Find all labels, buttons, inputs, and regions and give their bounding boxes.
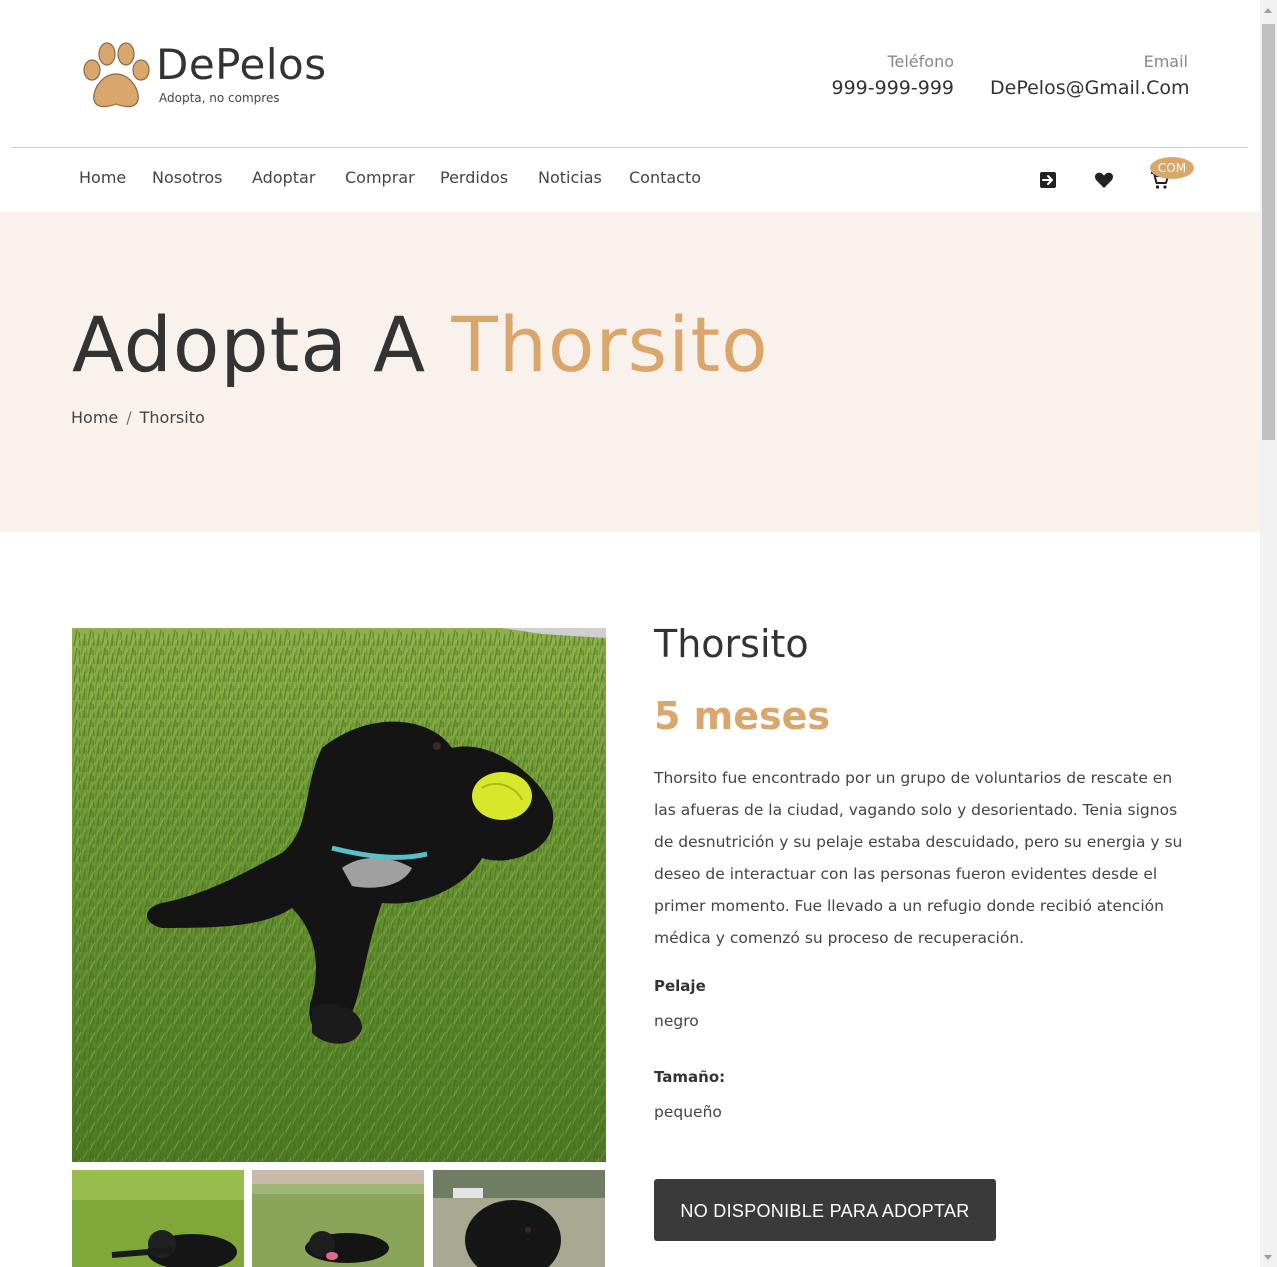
phone-label: Teléfono xyxy=(887,52,954,71)
nav-item-comprar[interactable]: Comprar xyxy=(345,168,415,187)
breadcrumb: Home / Thorsito xyxy=(71,408,205,427)
site-header: DePelos Adopta, no compres Teléfono 999-… xyxy=(0,0,1260,147)
breadcrumb-home[interactable]: Home xyxy=(71,408,118,427)
pet-main-photo[interactable] xyxy=(72,628,606,1162)
breadcrumb-separator: / xyxy=(126,408,132,427)
scroll-up-arrow-icon[interactable] xyxy=(1264,8,1272,13)
paw-logo-icon xyxy=(83,42,150,108)
scrollbar-thumb[interactable] xyxy=(1262,24,1275,440)
nav-item-noticias[interactable]: Noticias xyxy=(538,168,602,187)
phone-value[interactable]: 999-999-999 xyxy=(800,77,954,99)
email-value[interactable]: DePelos@Gmail.Com xyxy=(990,77,1189,99)
page-title-name: Thorsito xyxy=(451,300,769,389)
scroll-down-arrow-icon[interactable] xyxy=(1264,1255,1272,1260)
breadcrumb-current: Thorsito xyxy=(139,408,205,427)
heart-icon[interactable] xyxy=(1094,170,1114,190)
nav-item-nosotros[interactable]: Nosotros xyxy=(152,168,223,187)
email-label: Email xyxy=(1143,52,1188,71)
page-hero: Adopta A Thorsito Home / Thorsito xyxy=(0,212,1260,532)
coat-label: Pelaje xyxy=(654,977,706,995)
page-title-prefix: Adopta A xyxy=(72,300,427,389)
login-icon[interactable] xyxy=(1038,170,1058,190)
pet-age: 5 meses xyxy=(654,694,831,738)
size-value: pequeño xyxy=(654,1103,722,1121)
site-logo[interactable]: DePelos Adopta, no compres xyxy=(80,40,340,115)
thumbnail-image xyxy=(433,1170,605,1267)
nav-item-perdidos[interactable]: Perdidos xyxy=(440,168,508,187)
pet-description: Thorsito fue encontrado por un grupo de … xyxy=(654,769,1183,947)
thumbnail-image xyxy=(72,1170,244,1267)
cart-badge: COM xyxy=(1150,157,1194,179)
logo-name: DePelos xyxy=(156,40,327,89)
page-scrollbar[interactable] xyxy=(1260,0,1277,1267)
pet-thumbnail-1[interactable] xyxy=(72,1170,244,1267)
nav-item-home[interactable]: Home xyxy=(79,168,126,187)
page-title: Adopta A Thorsito xyxy=(72,300,769,389)
size-label: Tamaño: xyxy=(654,1068,726,1086)
thumbnail-image xyxy=(252,1170,424,1267)
pet-thumbnail-2[interactable] xyxy=(252,1170,424,1267)
pet-photo-image xyxy=(72,628,606,1162)
pet-name: Thorsito xyxy=(654,622,809,666)
nav-item-adoptar[interactable]: Adoptar xyxy=(252,168,315,187)
adopt-button[interactable]: NO DISPONIBLE PARA ADOPTAR xyxy=(654,1179,996,1241)
nav-item-contacto[interactable]: Contacto xyxy=(629,168,701,187)
email-block: Email DePelos@Gmail.Com xyxy=(990,52,1189,99)
phone-block: Teléfono 999-999-999 xyxy=(800,52,954,99)
pet-thumbnail-3[interactable] xyxy=(433,1170,605,1267)
logo-tagline: Adopta, no compres xyxy=(159,91,280,105)
coat-value: negro xyxy=(654,1012,699,1030)
main-nav: Home Nosotros Adoptar Comprar Perdidos N… xyxy=(0,148,1260,212)
